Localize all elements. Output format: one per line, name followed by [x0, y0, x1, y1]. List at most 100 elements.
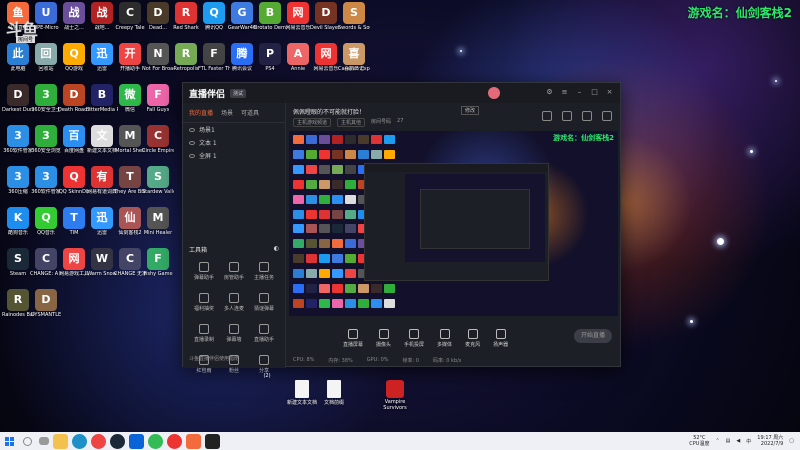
usage-guide-link[interactable]: 斗鱼直播伴侣使用指南 [189, 355, 239, 362]
app-icon: D [315, 2, 337, 24]
stat-item: 帧率: 0 [402, 358, 419, 364]
title-bar[interactable]: 直播伴侣 测试 ⚙ ≡ – □ × [183, 83, 620, 103]
desktop-icon[interactable]: D DYSMANTLE [30, 289, 62, 327]
desktop-icon[interactable]: 新建文本文档 [285, 380, 319, 406]
minimize-icon[interactable]: – [575, 88, 584, 97]
desktop-icon[interactable]: SSwords & Souls [338, 2, 370, 40]
settings-icon[interactable]: ⚙ [545, 88, 554, 97]
eye-icon[interactable] [189, 140, 195, 145]
preview-mini-icon [319, 239, 330, 249]
tray-up-icon[interactable]: ⌃ [715, 438, 719, 444]
bottom-tool-label: 麦克风 [465, 341, 481, 348]
room-category[interactable]: 主机游戏频道 [293, 118, 332, 127]
desktop-icon[interactable]: SStardew Valley [142, 166, 174, 204]
bottom-tool[interactable]: 手机投屏 [404, 328, 424, 348]
desktop-icon[interactable]: C Circle Empire [142, 125, 174, 163]
store-icon[interactable] [129, 433, 144, 449]
edit-room-button[interactable]: 修改 [461, 106, 480, 115]
preview-mini-icon [306, 299, 317, 309]
preview-mini-icon [345, 209, 356, 219]
bottom-tool[interactable]: 麦克风 [465, 328, 481, 348]
chat-icon[interactable] [562, 111, 572, 121]
preview-mini-icon [345, 269, 356, 279]
task-view-icon[interactable] [39, 437, 49, 445]
more-icon[interactable] [602, 111, 612, 121]
explorer-icon[interactable] [53, 433, 68, 449]
clock[interactable]: 19:17 周六 2022/7/9 [757, 435, 783, 447]
start-live-button[interactable]: 开始直播 [574, 329, 612, 343]
gift-icon[interactable] [542, 111, 552, 121]
tool-item[interactable]: 直播录制 [189, 324, 219, 343]
bottom-tool[interactable]: 多媒体 [437, 328, 452, 348]
bottom-tool[interactable]: 直播屏幕 [343, 328, 363, 348]
menu-icon[interactable]: ≡ [560, 88, 569, 97]
tool-label: 直播录制 [193, 337, 214, 343]
preview-mini-icon [306, 135, 317, 144]
maximize-icon[interactable]: □ [590, 88, 599, 97]
preview-mini-icon [345, 284, 356, 294]
desktop-icon-label: Circle Empire [142, 148, 174, 154]
network-icon[interactable]: ▤ [726, 438, 731, 444]
start-button[interactable] [0, 432, 18, 450]
tool-item[interactable]: 猜谜弹幕 [249, 293, 279, 312]
close-icon[interactable]: × [605, 88, 614, 97]
language-indicator[interactable]: 中 [746, 438, 751, 445]
source-item[interactable]: 场景1 [183, 123, 285, 136]
preview-mini-icon [358, 135, 369, 144]
preview-mini-icon [293, 149, 304, 159]
room-subcategory[interactable]: 主机其他 [337, 118, 366, 127]
notification-icon[interactable]: ▢ [789, 438, 794, 444]
tab-my-live[interactable]: 我的直播 [189, 108, 213, 117]
tool-item[interactable]: 弹幕助手 [189, 262, 219, 281]
source-item[interactable]: 全屏 1 [183, 149, 285, 162]
app-icon: P [259, 43, 281, 65]
eye-icon[interactable] [189, 153, 195, 158]
douyu-icon[interactable] [186, 433, 201, 449]
share-icon[interactable] [582, 111, 592, 121]
cpu-temp-widget[interactable]: 52°C CPU温度 [689, 435, 709, 447]
document-icon [295, 380, 309, 398]
app-icon: G [231, 2, 253, 24]
tool-item[interactable]: 福利抽奖 [189, 293, 219, 312]
chrome-icon[interactable] [91, 433, 106, 449]
bottom-tool[interactable]: 摄像头 [376, 328, 391, 348]
volume-icon[interactable]: ◀ [736, 438, 740, 444]
app-icon: A [287, 43, 309, 65]
preview-mini-icon [345, 254, 356, 264]
status-stats: CPU: 8% 内存: 38% GPU: 0% 帧率: 0 码率: 0 kb/s [293, 357, 461, 364]
tab-scene[interactable]: 场景 [221, 108, 233, 117]
stream-preview[interactable]: 游戏名：仙剑客栈2 [289, 131, 618, 316]
desktop-icon[interactable]: 文档前缀 [317, 380, 351, 406]
edge-icon[interactable] [72, 433, 87, 449]
desktop-icon[interactable]: (2) [250, 372, 284, 379]
netease-music-icon[interactable] [167, 433, 182, 449]
taskbar: 52°C CPU温度 ⌃ ▤ ◀ 中 19:17 周六 2022/7/9 ▢ [0, 432, 800, 450]
search-icon[interactable] [23, 436, 32, 446]
tool-item[interactable]: 房管助手 [219, 262, 249, 281]
preview-mini-icon [371, 135, 382, 144]
bottom-tool[interactable]: 扬声器 [493, 328, 508, 348]
desktop-icon[interactable]: Vampire Survivors [378, 380, 412, 411]
avatar[interactable] [488, 87, 500, 99]
app-icon: B [259, 2, 281, 24]
tool-item[interactable]: 多人连麦 [219, 293, 249, 312]
streaming-companion-icon[interactable] [205, 433, 220, 449]
left-tabs: 我的直播 场景 可道具 [183, 103, 285, 123]
eye-icon[interactable] [189, 127, 195, 132]
toolbox-toggle-icon[interactable]: ◐ [274, 245, 279, 254]
preview-mini-icon [319, 299, 330, 309]
app-icon: F [147, 84, 169, 106]
tool-item[interactable]: 主播任务 [249, 262, 279, 281]
source-item[interactable]: 文本 1 [183, 136, 285, 149]
desktop-icon[interactable]: 喜喜鹊日记 [338, 43, 370, 81]
desktop-icon[interactable]: F Fishy Game [142, 248, 174, 286]
desktop-icon[interactable]: M Mini Healer [142, 207, 174, 245]
app-brand: 直播伴侣 [189, 89, 226, 100]
tab-props[interactable]: 可道具 [241, 108, 259, 117]
desktop-icon[interactable]: F Fall Guys [142, 84, 174, 122]
steam-icon[interactable] [110, 433, 125, 449]
browser-icon[interactable] [148, 433, 163, 449]
tool-item[interactable]: 弹幕墙 [219, 324, 249, 343]
tool-item[interactable]: 直播助手 [249, 324, 279, 343]
preview-mini-icon [293, 299, 304, 309]
